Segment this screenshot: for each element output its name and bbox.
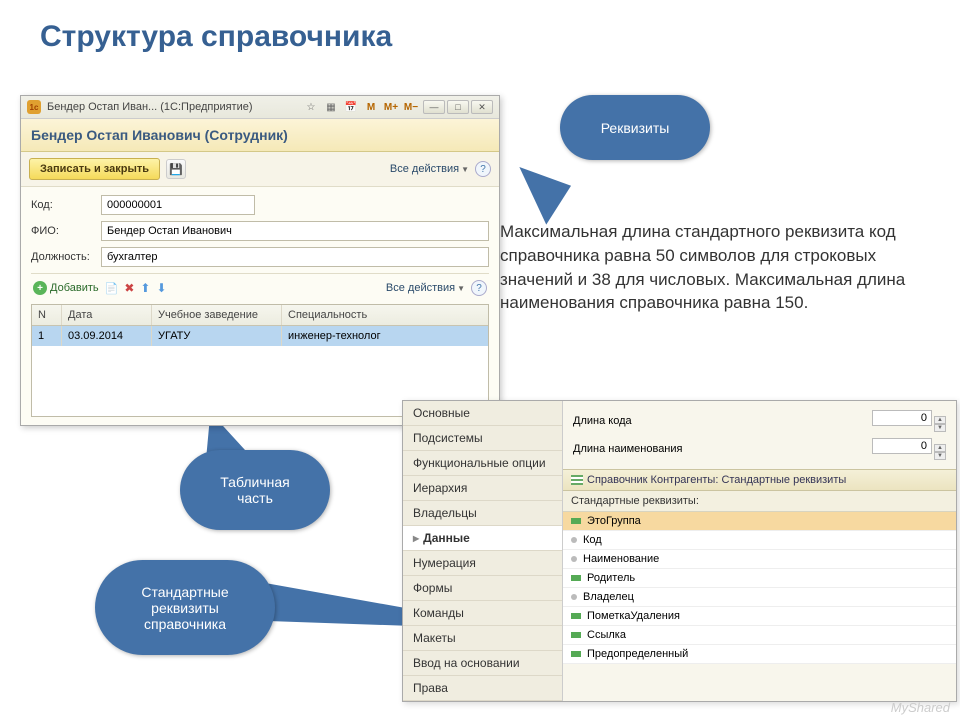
save-close-button[interactable]: Записать и закрыть <box>29 158 160 180</box>
attr-green-icon <box>571 651 581 657</box>
std-attrs-label: Стандартные реквизиты: <box>563 491 956 512</box>
plus-icon: + <box>33 281 47 295</box>
list-icon <box>571 475 583 485</box>
calc-icon[interactable]: ▦ <box>323 100 339 114</box>
config-tab[interactable]: Права <box>403 676 562 701</box>
form-header: Бендер Остап Иванович (Сотрудник) <box>21 119 499 152</box>
col-n[interactable]: N <box>32 305 62 325</box>
attr-dot-icon <box>571 594 577 600</box>
config-tab[interactable]: Иерархия <box>403 476 562 501</box>
std-attr-item[interactable]: Владелец <box>563 588 956 607</box>
help-icon-2[interactable]: ? <box>471 280 487 296</box>
code-label: Код: <box>31 199 101 211</box>
std-attr-item[interactable]: Родитель <box>563 569 956 588</box>
callout-tail <box>504 167 571 228</box>
config-tab[interactable]: Нумерация <box>403 551 562 576</box>
callout-tabular: Табличнаячасть <box>180 450 330 530</box>
move-down-icon[interactable]: ⬇ <box>156 281 166 295</box>
slide-title: Структура справочника <box>0 0 960 64</box>
std-attr-item[interactable]: ЭтоГруппа <box>563 512 956 531</box>
window-title: Бендер Остап Иван... (1С:Предприятие) <box>47 101 303 113</box>
col-school[interactable]: Учебное заведение <box>152 305 282 325</box>
attr-dot-icon <box>571 537 577 543</box>
fio-input[interactable] <box>101 221 489 241</box>
config-tab[interactable]: Макеты <box>403 626 562 651</box>
copy-icon[interactable]: 📄 <box>105 282 119 295</box>
config-tabs: ОсновныеПодсистемыФункциональные опцииИе… <box>403 401 563 701</box>
grid-header: N Дата Учебное заведение Специальность <box>32 305 488 326</box>
m-plus-button[interactable]: M+ <box>383 100 399 114</box>
config-properties: Длина кода ▲▼ Длина наименования ▲▼ <box>563 401 956 469</box>
position-label: Должность: <box>31 251 101 263</box>
config-tab[interactable]: Ввод на основании <box>403 651 562 676</box>
all-actions-link-2[interactable]: Все действия▼ <box>386 282 465 294</box>
config-tab[interactable]: Формы <box>403 576 562 601</box>
add-row-button[interactable]: +Добавить <box>33 281 99 295</box>
config-tab[interactable]: Функциональные опции <box>403 451 562 476</box>
std-attr-item[interactable]: Предопределенный <box>563 645 956 664</box>
std-attr-item[interactable]: Наименование <box>563 550 956 569</box>
attr-green-icon <box>571 632 581 638</box>
close-button[interactable]: ✕ <box>471 100 493 114</box>
spinner-icon[interactable]: ▲▼ <box>934 416 946 432</box>
m-button[interactable]: M <box>363 100 379 114</box>
table-toolbar: +Добавить 📄 ✖ ⬆ ⬇ Все действия▼ ? <box>31 273 489 302</box>
calendar-icon[interactable]: 📅 <box>343 100 359 114</box>
maximize-button[interactable]: □ <box>447 100 469 114</box>
callout-attributes: Реквизиты <box>560 95 710 160</box>
spinner-icon[interactable]: ▲▼ <box>934 444 946 460</box>
form-toolbar: Записать и закрыть 💾 Все действия▼ ? <box>21 152 499 187</box>
config-tab[interactable]: Владельцы <box>403 501 562 526</box>
attr-green-icon <box>571 575 581 581</box>
configurator-window: ОсновныеПодсистемыФункциональные опцииИе… <box>402 400 957 702</box>
delete-icon[interactable]: ✖ <box>124 281 134 295</box>
col-spec[interactable]: Специальность <box>282 305 488 325</box>
position-input[interactable] <box>101 247 489 267</box>
col-date[interactable]: Дата <box>62 305 152 325</box>
config-tab[interactable]: Подсистемы <box>403 426 562 451</box>
attr-green-icon <box>571 518 581 524</box>
employee-window: 1c Бендер Остап Иван... (1С:Предприятие)… <box>20 95 500 426</box>
std-attr-item[interactable]: Ссылка <box>563 626 956 645</box>
form-body: Код: ФИО: Должность: +Добавить 📄 ✖ ⬆ ⬇ В… <box>21 187 499 425</box>
help-icon[interactable]: ? <box>475 161 491 177</box>
code-length-label: Длина кода <box>573 415 632 427</box>
std-attr-item[interactable]: ПометкаУдаления <box>563 607 956 626</box>
save-icon-button[interactable]: 💾 <box>166 159 186 179</box>
window-titlebar[interactable]: 1c Бендер Остап Иван... (1С:Предприятие)… <box>21 96 499 119</box>
name-length-input[interactable] <box>872 438 932 454</box>
move-up-icon[interactable]: ⬆ <box>140 281 150 295</box>
m-minus-button[interactable]: M− <box>403 100 419 114</box>
table-row[interactable]: 1 03.09.2014 УГАТУ инженер-технолог <box>32 326 488 346</box>
attr-dot-icon <box>571 556 577 562</box>
app-logo-icon: 1c <box>27 100 41 114</box>
code-input[interactable] <box>101 195 255 215</box>
favorite-icon[interactable]: ☆ <box>303 100 319 114</box>
std-attrs-panel-title: Справочник Контрагенты: Стандартные рекв… <box>563 469 956 491</box>
config-tab[interactable]: Основные <box>403 401 562 426</box>
name-length-label: Длина наименования <box>573 443 682 455</box>
std-attrs-list: ЭтоГруппаКодНаименованиеРодительВладелец… <box>563 512 956 664</box>
attr-green-icon <box>571 613 581 619</box>
config-tab[interactable]: Команды <box>403 601 562 626</box>
code-length-input[interactable] <box>872 410 932 426</box>
minimize-button[interactable]: — <box>423 100 445 114</box>
config-tab[interactable]: ▶Данные <box>403 526 562 551</box>
all-actions-link[interactable]: Все действия▼ <box>390 163 469 175</box>
std-attr-item[interactable]: Код <box>563 531 956 550</box>
callout-std-attrs: Стандартныереквизитысправочника <box>95 560 275 655</box>
watermark: MyShared <box>891 700 950 715</box>
fio-label: ФИО: <box>31 225 101 237</box>
description-text: Максимальная длина стандартного реквизит… <box>500 220 940 315</box>
